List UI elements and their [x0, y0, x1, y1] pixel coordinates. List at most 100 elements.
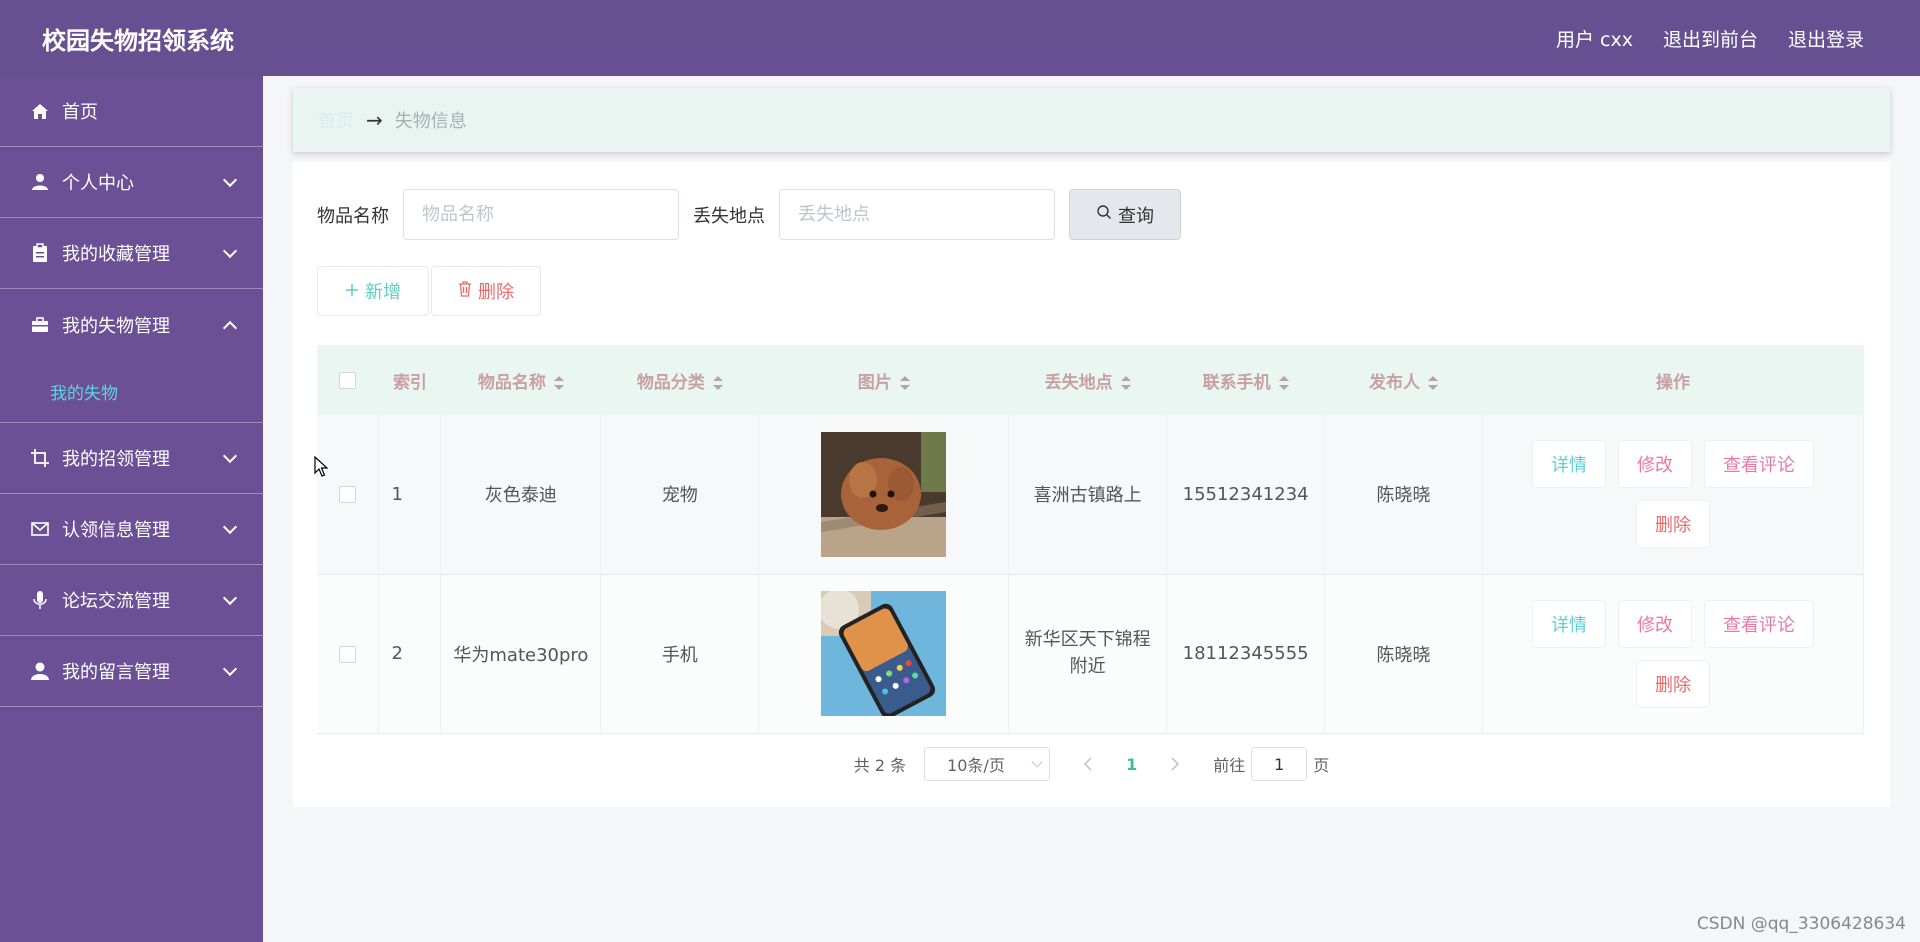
sidebar-item-found-items[interactable]: 我的招领管理 [0, 423, 263, 494]
row-lost-place: 新华区天下锦程附近 [1008, 574, 1168, 734]
batch-delete-button[interactable]: 删除 [431, 266, 541, 316]
main-panel: 物品名称 丢失地点 查询 新增 删除 [293, 162, 1890, 807]
row-item-name: 灰色泰迪 [440, 415, 602, 575]
row-category: 手机 [600, 574, 760, 734]
sidebar-item-label: 个人中心 [62, 173, 134, 194]
sidebar-item-label: 论坛交流管理 [62, 591, 170, 612]
plus-icon [345, 281, 359, 302]
sidebar-item-favorites[interactable]: 我的收藏管理 [0, 218, 263, 289]
poodle-photo[interactable] [821, 431, 947, 557]
chevron-down-icon [222, 448, 238, 464]
mouse-cursor-icon [314, 455, 329, 483]
row-publisher: 陈晓晓 [1324, 574, 1483, 734]
breadcrumb-arrow-icon: → [366, 108, 383, 132]
sidebar-item-lost-items[interactable]: 我的失物管理 [0, 289, 263, 360]
goto-page-input[interactable] [1251, 747, 1308, 781]
select-all-header [317, 345, 379, 415]
current-page-number[interactable]: 1 [1126, 755, 1137, 774]
sidebar-item-messages[interactable]: 我的留言管理 [0, 636, 263, 707]
column-header-image[interactable]: 图片 [758, 345, 1009, 415]
action-toolbar: 新增 删除 [317, 266, 541, 316]
goto-group: 前往 页 [1213, 747, 1329, 781]
query-button[interactable]: 查询 [1069, 189, 1181, 240]
add-button-label: 新增 [365, 282, 401, 303]
chevron-down-icon [222, 519, 238, 535]
column-header-publisher[interactable]: 发布人 [1324, 345, 1483, 415]
delete-button[interactable]: 删除 [1636, 659, 1710, 708]
sort-icon[interactable] [1278, 375, 1289, 390]
top-right-links: 用户 cxx 退出到前台 退出登录 [1556, 25, 1864, 52]
crop-icon [30, 448, 50, 468]
row-actions: 详情 修改 查看评论 删除 [1482, 574, 1864, 734]
column-header-index: 索引 [378, 345, 441, 415]
view-comments-button[interactable]: 查看评论 [1704, 440, 1814, 489]
submenu-my-lost-items[interactable]: 我的失物 [0, 360, 263, 423]
detail-button[interactable]: 详情 [1532, 599, 1606, 648]
page-size-value: 10条/页 [947, 756, 1005, 775]
page-size-select[interactable]: 10条/页 [924, 747, 1051, 781]
sidebar-item-label: 我的失物管理 [62, 315, 170, 337]
row-phone: 15512341234 [1166, 415, 1326, 575]
row-image-cell [758, 415, 1010, 575]
item-name-label: 物品名称 [317, 205, 389, 227]
chevron-down-icon [222, 172, 238, 188]
table-header-row: 索引 物品名称 物品分类 图片 丢失地点 联系手机 发布人 操作 [317, 345, 1864, 415]
microphone-icon [30, 590, 50, 610]
lost-items-table: 索引 物品名称 物品分类 图片 丢失地点 联系手机 发布人 操作 1 灰色泰迪 … [317, 345, 1864, 734]
chevron-up-icon [222, 320, 238, 335]
home-icon [30, 101, 50, 121]
logout-link[interactable]: 退出登录 [1788, 25, 1864, 52]
sort-icon[interactable] [1120, 375, 1131, 390]
column-header-name[interactable]: 物品名称 [440, 345, 601, 415]
column-header-place[interactable]: 丢失地点 [1008, 345, 1167, 415]
clipboard-icon [30, 243, 50, 263]
trash-icon [458, 280, 472, 302]
lost-place-label: 丢失地点 [693, 205, 765, 227]
add-button[interactable]: 新增 [317, 266, 429, 316]
edit-button[interactable]: 修改 [1618, 599, 1692, 648]
chevron-down-icon [222, 243, 238, 259]
sidebar-item-home[interactable]: 首页 [0, 76, 263, 147]
next-page-button[interactable] [1155, 747, 1195, 781]
column-header-actions: 操作 [1482, 345, 1864, 415]
user-label[interactable]: 用户 cxx [1556, 25, 1633, 52]
breadcrumb-home[interactable]: 首页 [318, 107, 354, 133]
top-bar: 校园失物招领系统 用户 cxx 退出到前台 退出登录 [0, 0, 1920, 76]
row-actions: 详情 修改 查看评论 删除 [1482, 415, 1864, 575]
sort-icon[interactable] [1428, 375, 1439, 390]
column-header-phone[interactable]: 联系手机 [1166, 345, 1325, 415]
prev-page-button[interactable] [1068, 747, 1108, 781]
sort-icon[interactable] [553, 375, 564, 390]
chevron-down-icon [222, 590, 238, 606]
edit-button[interactable]: 修改 [1618, 440, 1692, 489]
select-all-checkbox[interactable] [339, 371, 357, 389]
page-suffix: 页 [1313, 756, 1330, 775]
sort-icon[interactable] [712, 375, 723, 390]
sidebar-item-claims[interactable]: 认领信息管理 [0, 494, 263, 565]
search-form: 物品名称 丢失地点 查询 [317, 189, 1181, 240]
sidebar: 首页 个人中心 我的收藏管理 我的失物管理 我的失物 我的招领管理 认领信息管理 [0, 76, 263, 942]
detail-button[interactable]: 详情 [1532, 440, 1606, 489]
row-category: 宠物 [600, 415, 760, 575]
briefcase-icon [30, 315, 50, 335]
delete-button[interactable]: 删除 [1636, 500, 1710, 549]
phone-photo[interactable] [819, 589, 947, 719]
pagination-total: 共 2 条 [853, 756, 907, 775]
app-title: 校园失物招领系统 [42, 26, 234, 55]
row-publisher: 陈晓晓 [1324, 415, 1483, 575]
sidebar-item-forum[interactable]: 论坛交流管理 [0, 565, 263, 636]
lost-place-input[interactable] [779, 189, 1055, 240]
row-checkbox[interactable] [339, 486, 357, 504]
exit-to-front-link[interactable]: 退出到前台 [1663, 25, 1758, 52]
sidebar-item-personal-center[interactable]: 个人中心 [0, 147, 263, 218]
view-comments-button[interactable]: 查看评论 [1704, 599, 1814, 648]
sidebar-item-label: 我的收藏管理 [62, 244, 170, 265]
column-header-category[interactable]: 物品分类 [600, 345, 759, 415]
row-checkbox[interactable] [339, 645, 357, 663]
row-index: 1 [378, 415, 442, 575]
row-select-cell [317, 574, 380, 734]
table-row: 1 灰色泰迪 宠物 喜洲古镇路上 15512341234 陈晓晓 详情 修改 查… [317, 415, 1864, 575]
item-name-input[interactable] [403, 189, 679, 240]
search-icon [1096, 204, 1112, 225]
sort-icon[interactable] [899, 375, 910, 390]
